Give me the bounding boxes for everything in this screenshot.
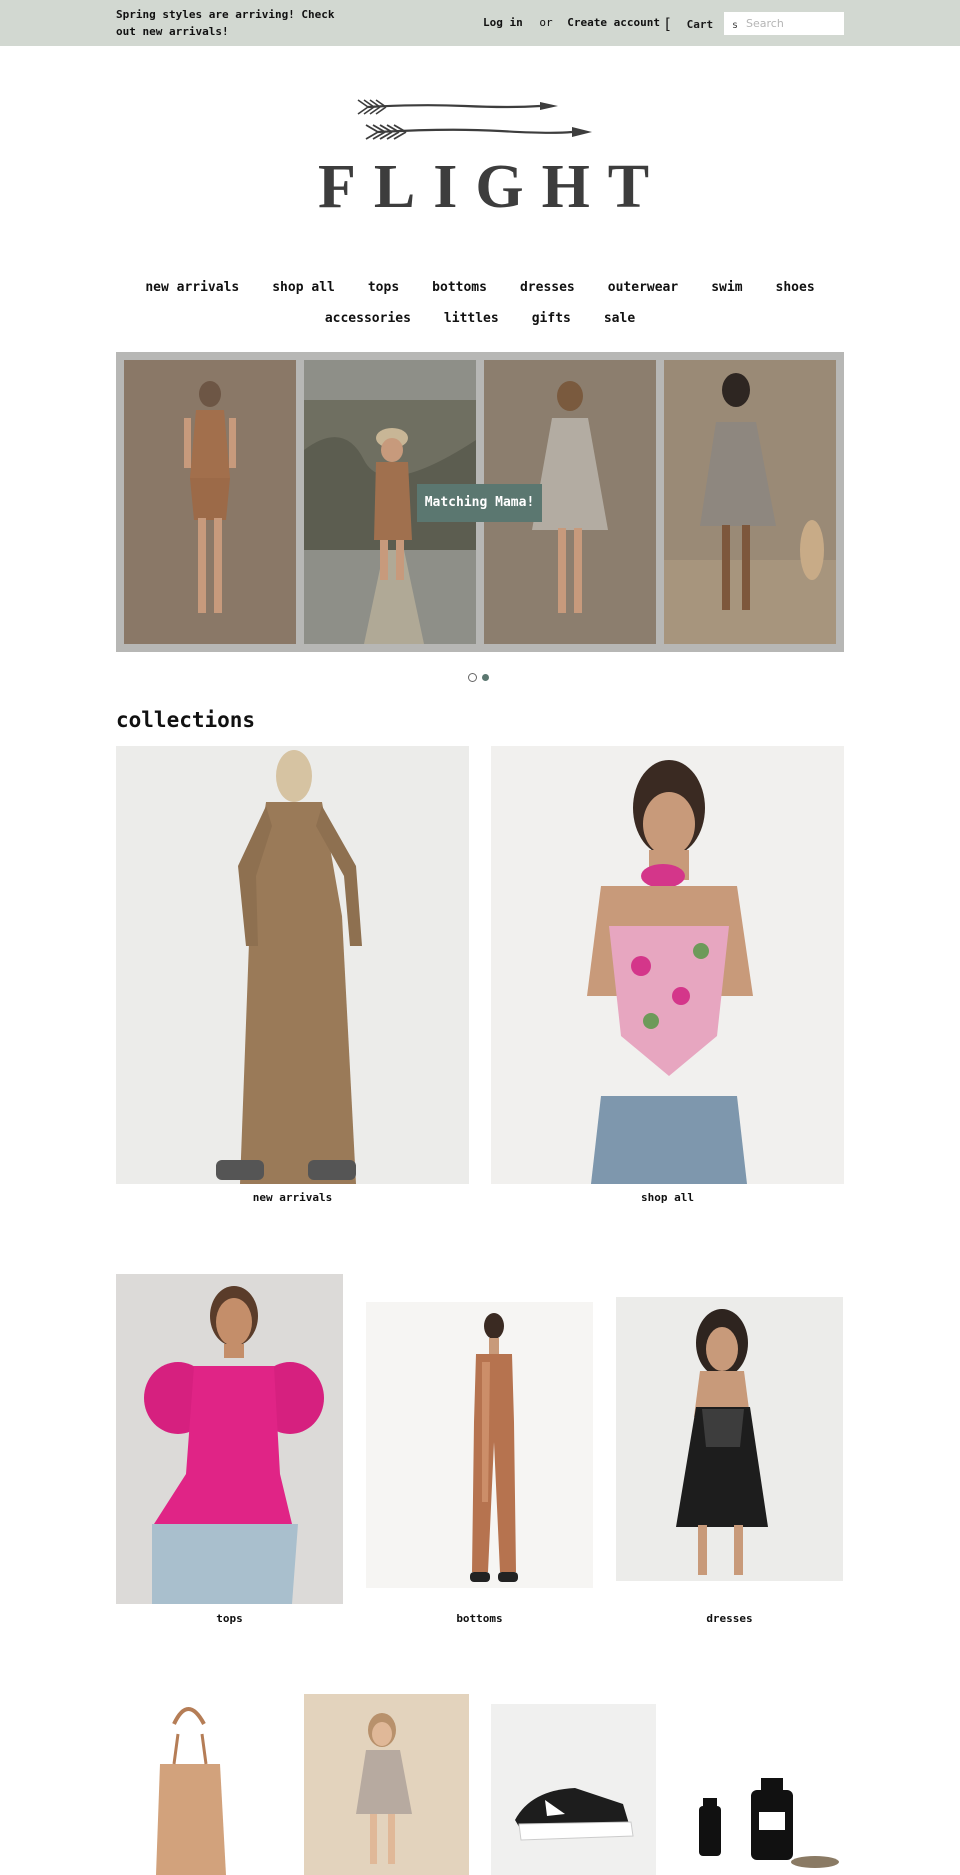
slide-dot-2[interactable] xyxy=(482,674,489,681)
slide-photo-woman-romper xyxy=(124,360,296,644)
cart-bracket-icon: [ xyxy=(663,15,673,33)
nav-row-1: new arrivals shop all tops bottoms dress… xyxy=(116,272,844,303)
nav-item-littles[interactable]: littles xyxy=(444,303,499,334)
collection-label-new-arrivals[interactable]: new arrivals xyxy=(116,1191,469,1204)
collection-card-bottoms[interactable]: bottoms xyxy=(366,1302,593,1634)
create-account-link[interactable]: Create account xyxy=(567,16,660,29)
slide-photo-girl-dress xyxy=(664,360,836,644)
cart-label: Cart xyxy=(686,18,714,31)
search-icon: s xyxy=(732,20,739,31)
nav-item-shop-all[interactable]: shop all xyxy=(272,272,335,303)
collection-card-gifts[interactable] xyxy=(679,1694,844,1875)
collection-image-bottoms xyxy=(366,1302,593,1588)
nav-item-new-arrivals[interactable]: new arrivals xyxy=(145,272,239,303)
nav-item-swim[interactable]: swim xyxy=(711,272,742,303)
collection-card-dresses[interactable]: dresses xyxy=(616,1297,843,1634)
search-input[interactable] xyxy=(746,15,840,32)
collection-image-new-arrivals xyxy=(116,746,469,1184)
logo-wordmark: FLIGHT xyxy=(318,153,668,221)
announcement-text[interactable]: Spring styles are arriving! Check out ne… xyxy=(116,6,356,40)
nav-item-bottoms[interactable]: bottoms xyxy=(432,272,487,303)
collection-card-shop-all[interactable]: shop all xyxy=(491,746,844,1208)
search-box[interactable]: s xyxy=(724,12,844,35)
account-links: Log in or Create account xyxy=(483,16,660,29)
site-logo[interactable]: FLIGHT xyxy=(300,90,668,221)
slideshow-dots xyxy=(468,667,494,682)
nav-item-tops[interactable]: tops xyxy=(368,272,399,303)
collection-card-shoes[interactable] xyxy=(491,1704,656,1875)
collection-image-dresses xyxy=(616,1297,843,1581)
collection-image-accessories xyxy=(116,1694,281,1875)
nav-item-outerwear[interactable]: outerwear xyxy=(608,272,678,303)
nav-item-sale[interactable]: sale xyxy=(604,303,635,334)
nav-row-2: accessories littles gifts sale xyxy=(116,303,844,334)
login-link[interactable]: Log in xyxy=(483,16,523,29)
nav-item-accessories[interactable]: accessories xyxy=(325,303,411,334)
collection-image-shoes xyxy=(491,1704,656,1875)
top-bar: Spring styles are arriving! Check out ne… xyxy=(0,0,960,46)
nav-item-gifts[interactable]: gifts xyxy=(532,303,571,334)
collections-heading: collections xyxy=(116,708,256,732)
collection-label-bottoms[interactable]: bottoms xyxy=(366,1612,593,1625)
collection-label-dresses[interactable]: dresses xyxy=(616,1612,843,1625)
collection-image-shop-all xyxy=(491,746,844,1184)
collection-image-tops xyxy=(116,1274,343,1604)
nav-item-dresses[interactable]: dresses xyxy=(520,272,575,303)
collection-label-shop-all[interactable]: shop all xyxy=(491,1191,844,1204)
slide-caption-button[interactable]: Matching Mama! xyxy=(417,484,542,522)
cart-link[interactable]: [ Cart xyxy=(663,14,714,33)
collection-label-tops[interactable]: tops xyxy=(116,1612,343,1625)
collection-card-littles[interactable] xyxy=(304,1694,469,1875)
hero-slideshow[interactable]: Matching Mama! xyxy=(116,352,844,652)
collection-card-tops[interactable]: tops xyxy=(116,1274,343,1634)
slide-dot-1[interactable] xyxy=(468,673,477,682)
collection-card-accessories[interactable] xyxy=(116,1694,281,1875)
collection-image-littles xyxy=(304,1694,469,1875)
collection-image-gifts xyxy=(679,1694,844,1875)
collection-card-new-arrivals[interactable]: new arrivals xyxy=(116,746,469,1208)
account-separator: or xyxy=(539,16,553,29)
nav-item-shoes[interactable]: shoes xyxy=(776,272,815,303)
main-nav: new arrivals shop all tops bottoms dress… xyxy=(116,272,844,334)
arrows-logo xyxy=(357,99,592,140)
